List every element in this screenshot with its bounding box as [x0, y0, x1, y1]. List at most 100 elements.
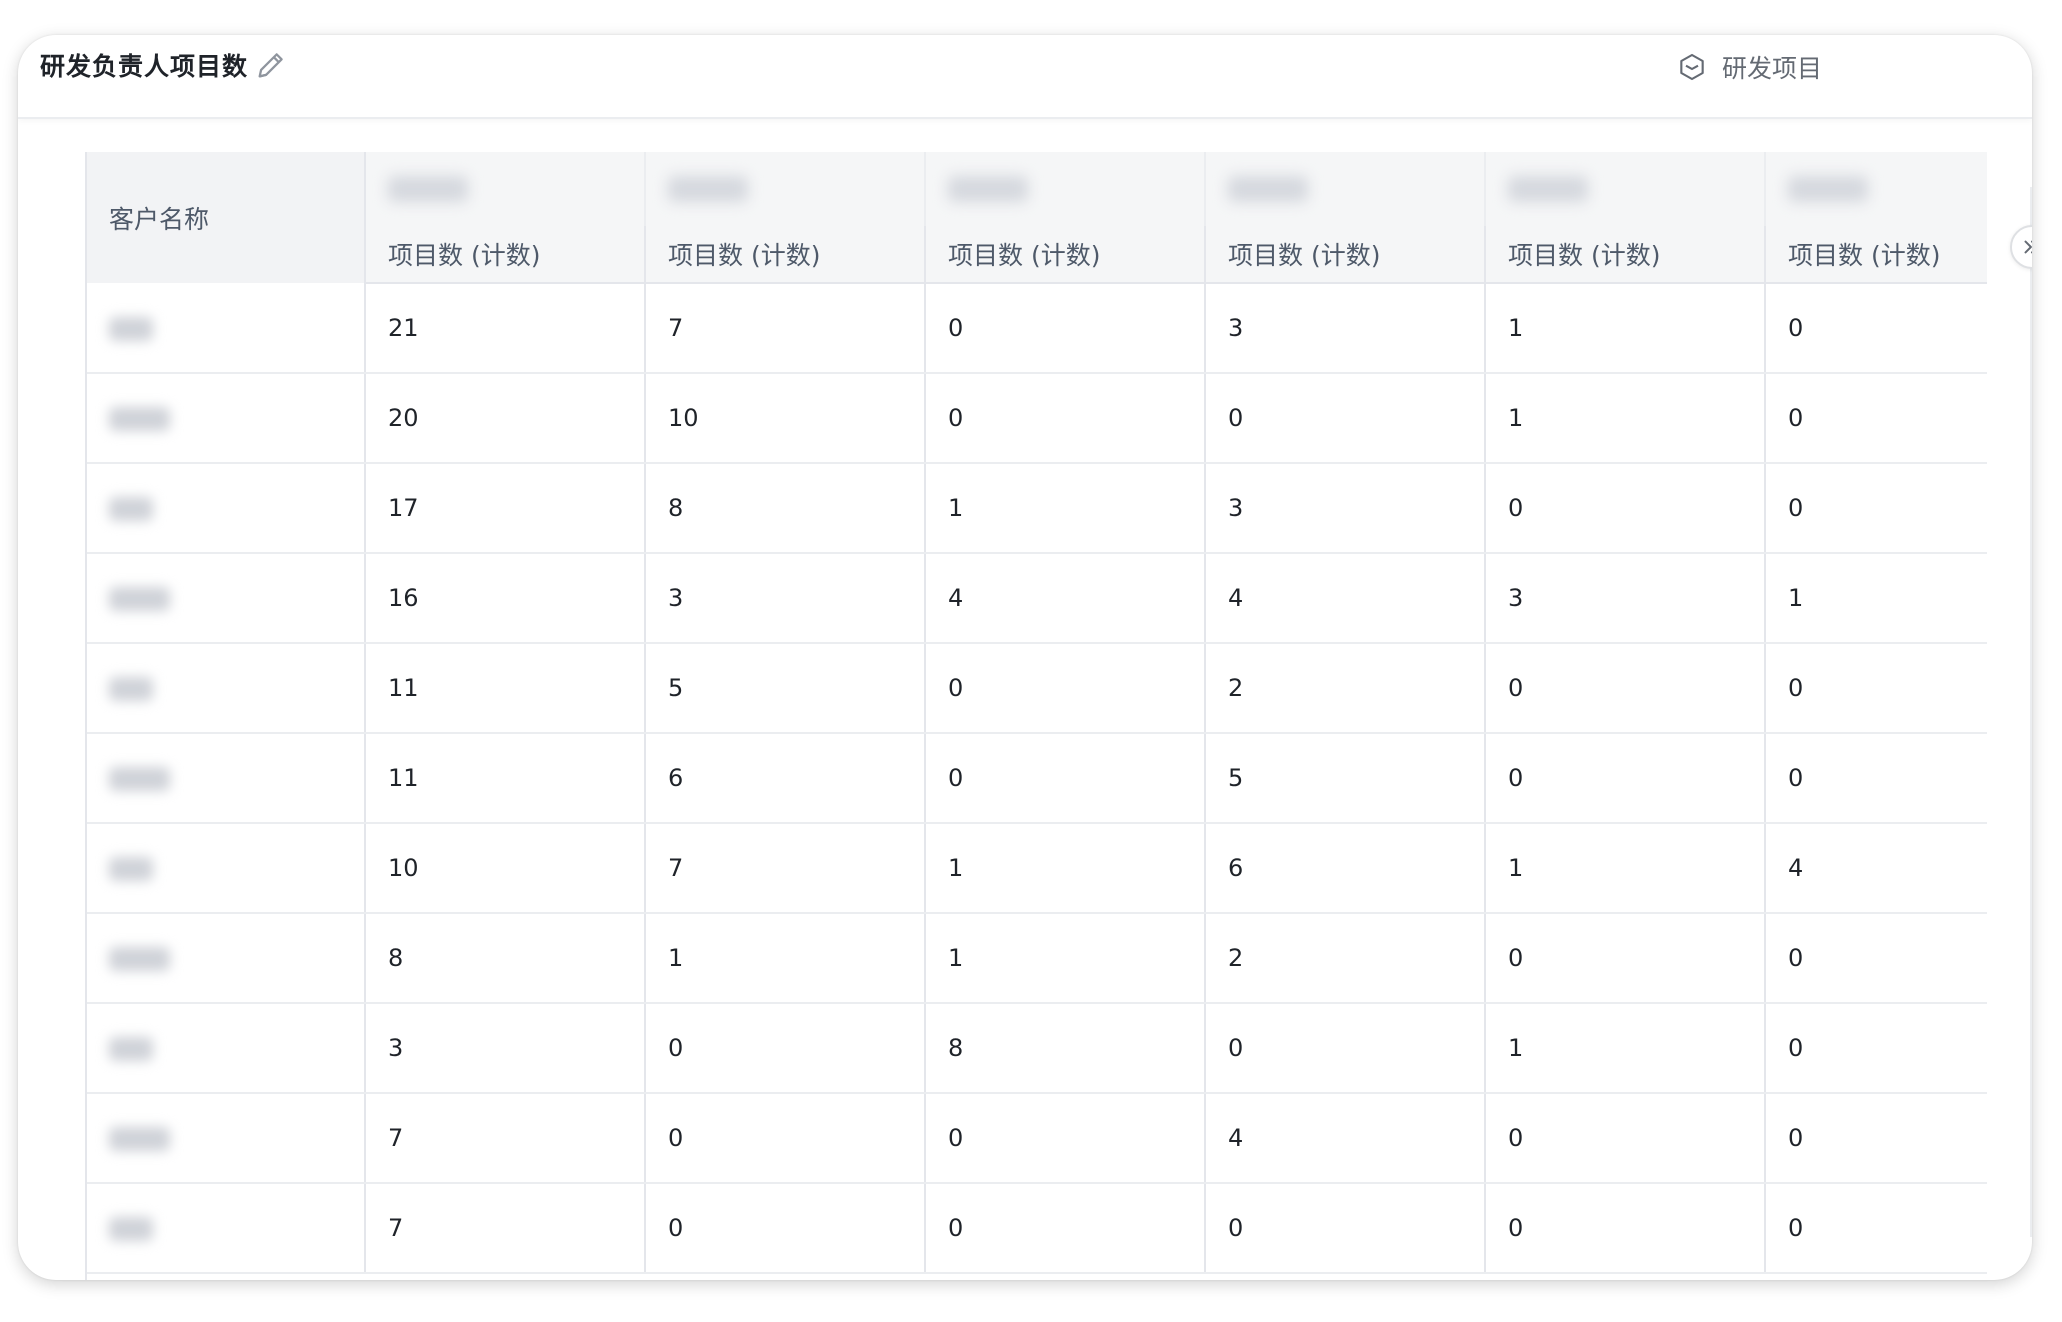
redacted-group-label [668, 176, 748, 202]
redacted-customer-name [109, 316, 153, 341]
table-cell: 11 [364, 643, 645, 734]
redacted-customer-name [109, 1127, 170, 1151]
table-cell: 1 [924, 823, 1205, 914]
table-cell: 0 [644, 1093, 925, 1184]
column-header-metric[interactable]: 项目数 (计数) [1764, 226, 1987, 284]
customer-name-cell [87, 643, 366, 734]
table-cell: 0 [1764, 373, 1987, 464]
column-header-metric[interactable]: 项目数 (计数) [1204, 226, 1485, 284]
table-cell: 3 [1204, 283, 1485, 374]
table-cell: 8 [924, 1003, 1205, 1094]
customer-name-cell [87, 913, 366, 1004]
column-header-metric[interactable]: 项目数 (计数) [924, 226, 1205, 284]
table-cell: 4 [1204, 553, 1485, 644]
table-row: 11 6 0 5 0 0 [87, 733, 1987, 824]
table-row: 700400 [87, 1093, 1987, 1184]
customer-name-cell [87, 1183, 366, 1274]
pencil-icon[interactable] [254, 47, 288, 83]
customer-name-cell [87, 733, 366, 824]
table-cell: 0 [1484, 643, 1765, 734]
column-header-metric[interactable]: 项目数 (计数) [364, 226, 645, 284]
card-title: 研发负责人项目数 [40, 52, 249, 81]
table-cell: 20 [364, 373, 645, 464]
table-row: 11 5 0 2 0 0 [87, 643, 1987, 734]
column-header-customer-name[interactable]: 客户名称 [87, 152, 366, 283]
table-cell: 7 [364, 1183, 645, 1274]
table-cell: 0 [1764, 913, 1987, 1004]
source-dataset-tag[interactable]: 研发项目 [1676, 49, 1822, 85]
table-cell: 1 [1484, 283, 1765, 374]
table-cell: 8 [364, 913, 645, 1004]
table-cell: 11 [364, 733, 645, 824]
table-cell: 0 [644, 1183, 925, 1274]
table-row: 811200 [87, 913, 1987, 1004]
customer-name-cell [87, 283, 366, 374]
table-cell: 0 [1484, 463, 1765, 554]
table-cell: 6 [1204, 823, 1485, 914]
table-cell: 5 [644, 643, 925, 734]
redacted-customer-name [109, 947, 170, 971]
table-cell: 21 [364, 283, 645, 374]
table-cell: 1 [924, 463, 1205, 554]
table-cell: 0 [1484, 913, 1765, 1004]
double-chevron-right-icon [2024, 240, 2032, 254]
column-group-header [644, 152, 925, 226]
customer-name-cell [87, 553, 366, 644]
redacted-group-label [1788, 176, 1868, 202]
column-header-metric[interactable]: 项目数 (计数) [644, 226, 925, 284]
table-cell: 0 [1484, 1093, 1765, 1184]
customer-name-cell [87, 1093, 366, 1184]
redacted-customer-name [109, 857, 153, 881]
table-cell: 0 [1764, 643, 1987, 734]
table-cell: 0 [1204, 1003, 1485, 1094]
table-cell: 0 [1764, 733, 1987, 824]
column-group-header [1484, 152, 1765, 226]
table-cell: 7 [364, 1093, 645, 1184]
table-cell: 0 [1764, 1003, 1987, 1094]
table-cell: 7 [644, 823, 925, 914]
table-row: 17 8 1 3 0 0 [87, 463, 1987, 554]
redacted-customer-name [109, 497, 153, 521]
column-group-header [1204, 152, 1485, 226]
table-cell: 17 [364, 463, 645, 554]
table-cell: 1 [1484, 823, 1765, 914]
customer-name-cell [87, 1003, 366, 1094]
column-group-header [364, 152, 645, 226]
card-header: 研发负责人项目数 研发项目 [18, 35, 2032, 119]
customer-name-cell [87, 463, 366, 554]
table-cell: 4 [1764, 823, 1987, 914]
table-cell: 1 [1484, 373, 1765, 464]
table-cell: 0 [1764, 283, 1987, 374]
table-cell: 16 [364, 553, 645, 644]
table-cell: 3 [644, 553, 925, 644]
table-cell: 3 [1484, 553, 1765, 644]
table-row: 20 10 0 0 1 0 [87, 373, 1987, 464]
customer-name-cell [87, 373, 366, 464]
table-cell: 1 [1764, 553, 1987, 644]
redacted-customer-name [109, 587, 170, 611]
table-header-metric-row: 项目数 (计数) 项目数 (计数) 项目数 (计数) 项目数 (计数) 项目数 (计数)… [87, 226, 1987, 284]
table-cell: 0 [1484, 1183, 1765, 1274]
table-cell: 0 [924, 733, 1205, 824]
expand-columns-button[interactable] [2010, 225, 2032, 269]
table-row: 21 7 0 3 1 0 [87, 283, 1987, 374]
table-row: 10 7 1 6 1 4 [87, 823, 1987, 914]
table-cell: 0 [1204, 373, 1485, 464]
table-cell: 4 [1204, 1093, 1485, 1184]
scroll-edge [2030, 187, 2032, 1237]
column-header-metric[interactable]: 项目数 (计数) [1484, 226, 1765, 284]
redacted-customer-name [109, 1217, 153, 1241]
customer-name-cell [87, 823, 366, 914]
chart-card: 研发负责人项目数 研发项目 客户名称 项目数 (计数) 项目数 (计数) 项目数… [18, 35, 2032, 1280]
table-cell: 10 [364, 823, 645, 914]
table-cell: 3 [364, 1003, 645, 1094]
redacted-customer-name [109, 407, 170, 431]
redacted-customer-name [109, 1037, 153, 1061]
source-dataset-label: 研发项目 [1722, 54, 1823, 83]
table-row: 700000 [87, 1183, 1987, 1274]
redacted-group-label [388, 176, 468, 202]
redacted-group-label [948, 176, 1028, 202]
table-row: 16 3 4 4 3 1 [87, 553, 1987, 644]
table-cell: 0 [1484, 733, 1765, 824]
table-cell: 0 [924, 373, 1205, 464]
